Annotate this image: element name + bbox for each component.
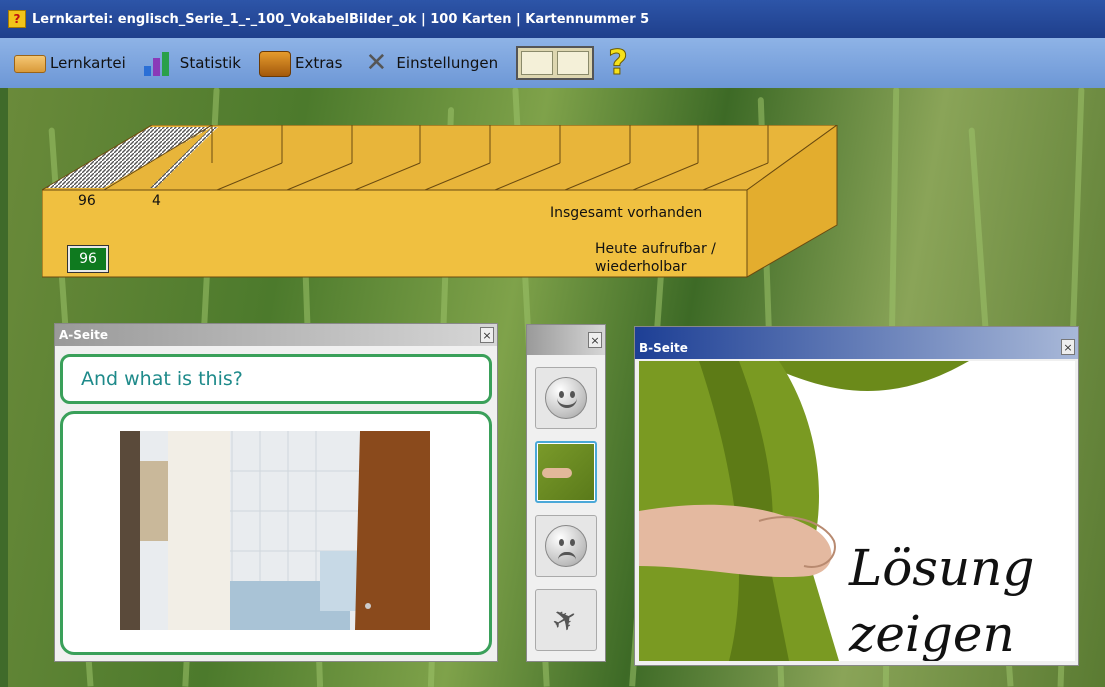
due-label-line1: Heute aufrufbar /: [595, 241, 716, 257]
panel-a-title: A-Seite: [59, 328, 109, 342]
unknown-button[interactable]: [535, 515, 597, 577]
card-box-drawing: [42, 125, 838, 278]
bathroom-drawing: [120, 431, 430, 630]
known-button[interactable]: [535, 367, 597, 429]
menu-statistik[interactable]: Statistik: [143, 48, 241, 78]
card-thumbnail: [538, 444, 594, 500]
solution-line2: zeigen: [849, 605, 1015, 661]
compartment-count-1: 96: [78, 193, 96, 209]
menu-einstellungen[interactable]: ✕ Einstellungen: [360, 48, 499, 78]
plane-icon: ✈: [546, 598, 586, 642]
skip-button[interactable]: ✈: [535, 589, 597, 651]
smiley-sad-icon: [545, 525, 587, 567]
panel-a-side: A-Seite × And what is this?: [54, 323, 498, 662]
app-icon: ?: [8, 10, 26, 28]
question-text: And what is this?: [60, 354, 492, 404]
window-title: Lernkartei: englisch_Serie_1_-_100_Vokab…: [32, 11, 650, 27]
panel-controls-titlebar: ×: [527, 325, 605, 355]
panel-controls: × ✈: [526, 324, 606, 662]
menu-lernkartei[interactable]: Lernkartei: [14, 48, 126, 78]
compartment-count-2: 4: [152, 193, 161, 209]
total-label: Insgesamt vorhanden: [550, 205, 703, 221]
suitcase-icon: [259, 48, 291, 78]
tools-icon: ✕: [365, 48, 388, 78]
menu-extras[interactable]: Extras: [259, 48, 342, 78]
panel-b-side: B-Seite × Lösung zeigen: [634, 326, 1079, 666]
menu-extras-label: Extras: [295, 54, 343, 72]
help-icon[interactable]: ?: [608, 46, 629, 81]
close-icon[interactable]: ×: [1061, 339, 1075, 355]
toolbar: Lernkartei Statistik Extras ✕ Einstellun…: [0, 38, 1105, 88]
menu-einstellungen-label: Einstellungen: [396, 54, 499, 72]
solution-text: Lösung zeigen: [849, 535, 1034, 661]
panel-b-title: B-Seite: [639, 341, 688, 355]
panel-a-titlebar: A-Seite ×: [55, 324, 497, 346]
question-image-frame: [60, 411, 492, 655]
statistics-icon: [143, 48, 176, 78]
show-solution-button[interactable]: Lösung zeigen: [639, 361, 1075, 661]
due-label-line2: wiederholbar: [595, 259, 687, 275]
solution-line1: Lösung: [849, 539, 1035, 597]
panel-b-titlebar: B-Seite ×: [635, 327, 1078, 359]
title-bar: ? Lernkartei: englisch_Serie_1_-_100_Vok…: [0, 0, 1105, 38]
card-box[interactable]: 96 4 Insgesamt vorhanden Heute aufrufbar…: [42, 125, 842, 280]
smiley-happy-icon: [545, 377, 587, 419]
cards-icon[interactable]: [516, 46, 595, 80]
close-icon[interactable]: ×: [588, 332, 602, 348]
due-count-badge[interactable]: 96: [67, 245, 109, 273]
menu-statistik-label: Statistik: [179, 54, 241, 72]
bathroom-photo: [120, 431, 430, 630]
card-thumbnail-button[interactable]: [535, 441, 597, 503]
close-icon[interactable]: ×: [480, 327, 494, 343]
menu-lernkartei-label: Lernkartei: [50, 54, 126, 72]
card-box-icon: [14, 48, 46, 78]
